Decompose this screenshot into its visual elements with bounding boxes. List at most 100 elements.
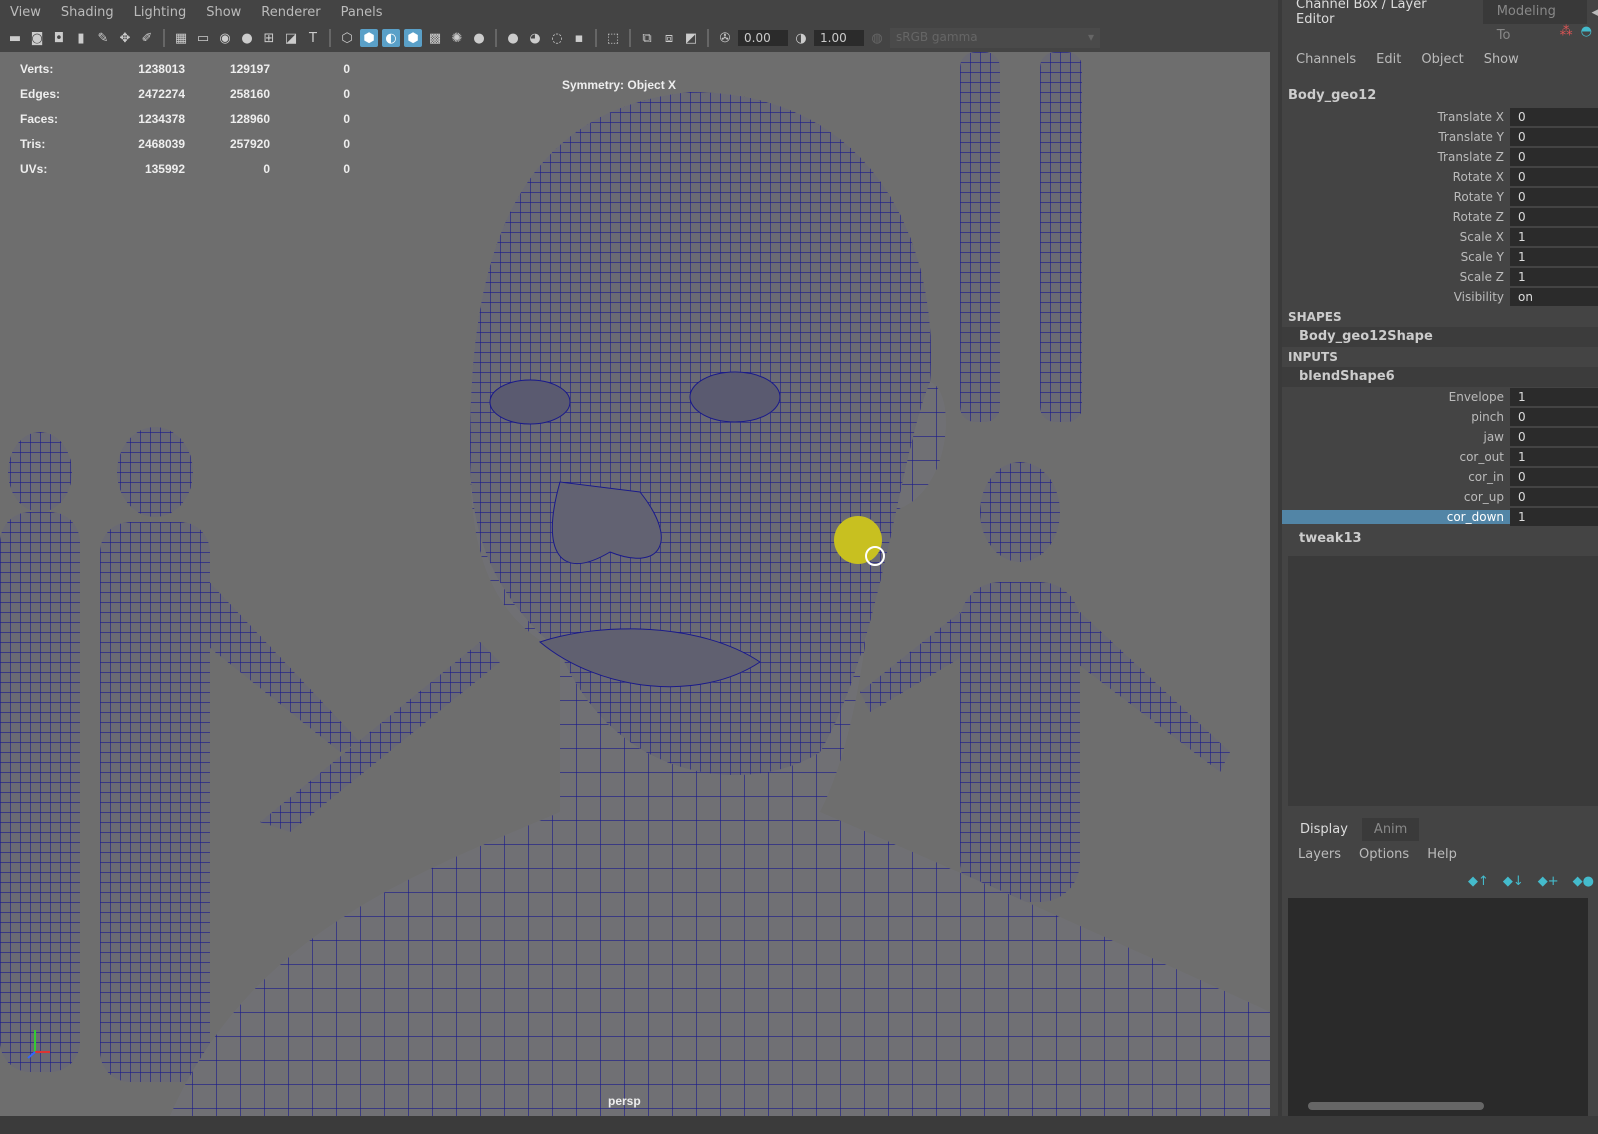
resolution-gate-icon[interactable]: ◉ [216,29,234,47]
channel-row[interactable]: Translate X0 [1282,107,1598,127]
image-plane-icon[interactable]: ✎ [94,29,112,47]
wireframe-on-shaded-icon[interactable]: ⬢ [404,29,422,47]
channel-value[interactable]: 1 [1510,268,1598,286]
menu-show[interactable]: Show [1484,52,1519,92]
menu-help[interactable]: Help [1427,847,1457,862]
channel-value[interactable]: on [1510,288,1598,306]
input-node-blendshape[interactable]: blendShape6 [1282,367,1598,387]
tab-modeling-toolkit[interactable]: Modeling To [1482,0,1588,43]
channel-row[interactable]: Rotate X0 [1282,167,1598,187]
menu-lighting[interactable]: Lighting [124,5,197,20]
grid-icon[interactable]: ▦ [172,29,190,47]
colorspace-dropdown[interactable]: sRGB gamma ▾ [890,28,1100,48]
channel-name[interactable]: Scale X [1282,230,1510,244]
camera-attributes-icon[interactable]: ◘ [50,29,68,47]
shadows-icon[interactable]: ● [470,29,488,47]
channel-value[interactable]: 0 [1510,168,1598,186]
channel-name[interactable]: Envelope [1282,390,1510,404]
channel-row[interactable]: Envelope 1 [1282,387,1598,407]
channel-name[interactable]: Translate Z [1282,150,1510,164]
channel-row[interactable]: Rotate Z0 [1282,207,1598,227]
channel-name[interactable]: cor_up [1282,490,1510,504]
menu-shading[interactable]: Shading [51,5,124,20]
channel-row[interactable]: Scale Y1 [1282,247,1598,267]
menu-object[interactable]: Object [1421,52,1463,92]
gamma-icon[interactable]: ◑ [792,29,810,47]
channel-row[interactable]: cor_in 0 [1282,467,1598,487]
input-node-tweak[interactable]: tweak13 [1282,529,1598,549]
scrollbar-thumb[interactable] [1308,1102,1484,1110]
channel-row[interactable]: Scale X1 [1282,227,1598,247]
horizontal-scrollbar[interactable] [1292,1100,1582,1112]
channel-value[interactable]: 0 [1510,408,1598,426]
xray-active-icon[interactable]: ⧈ [660,29,678,47]
view-transform-icon[interactable]: ◍ [868,29,886,47]
menu-layers[interactable]: Layers [1298,847,1341,862]
shape-node[interactable]: Body_geo12Shape [1282,327,1598,347]
channel-value[interactable]: 1 [1510,388,1598,406]
channel-name[interactable]: Translate X [1282,110,1510,124]
move-layer-down-icon[interactable]: ◆↓ [1503,874,1524,889]
backface-icon[interactable]: ◩ [682,29,700,47]
xray-icon[interactable]: ▩ [426,29,444,47]
new-layer-selected-icon[interactable]: ◆● [1573,874,1594,889]
channel-name[interactable]: pinch [1282,410,1510,424]
channel-name[interactable]: Translate Y [1282,130,1510,144]
smooth-shade-icon[interactable]: ⬢ [360,29,378,47]
menu-panels[interactable]: Panels [331,5,393,20]
channel-row[interactable]: cor_down 1 [1282,507,1598,527]
chevron-left-icon[interactable]: ◂ [1587,5,1598,20]
ambient-occlusion-icon[interactable]: ● [504,29,522,47]
channel-name[interactable]: Rotate Y [1282,190,1510,204]
channel-row[interactable]: pinch 0 [1282,407,1598,427]
menu-channels[interactable]: Channels [1296,52,1356,92]
channel-name[interactable]: Rotate Z [1282,210,1510,224]
gate-mask-icon[interactable]: ● [238,29,256,47]
menu-show[interactable]: Show [196,5,251,20]
channel-value[interactable]: 1 [1510,228,1598,246]
channel-value[interactable]: 0 [1510,488,1598,506]
channel-value[interactable]: 1 [1510,448,1598,466]
channel-value[interactable]: 0 [1510,428,1598,446]
channel-row[interactable]: Translate Y0 [1282,127,1598,147]
tab-display[interactable]: Display [1288,818,1360,841]
channel-row[interactable]: Translate Z0 [1282,147,1598,167]
exposure-field[interactable]: 0.00 [738,30,788,46]
tab-channel-box[interactable]: Channel Box / Layer Editor [1282,0,1483,27]
safe-title-icon[interactable]: T [304,29,322,47]
safe-action-icon[interactable]: ◪ [282,29,300,47]
isolate-select-icon[interactable]: ⬚ [604,29,622,47]
menu-options[interactable]: Options [1359,847,1409,862]
channel-name[interactable]: cor_down [1282,510,1510,524]
depth-of-field-icon[interactable]: ▪ [570,29,588,47]
transform-axes-icon[interactable]: ⁂ [1560,24,1573,39]
anti-alias-icon[interactable]: ◌ [548,29,566,47]
new-layer-icon[interactable]: ◆+ [1538,874,1559,889]
wireframe-icon[interactable]: ⬡ [338,29,356,47]
channel-row[interactable]: jaw 0 [1282,427,1598,447]
xray-joints-icon[interactable]: ⧉ [638,29,656,47]
channel-value[interactable]: 0 [1510,188,1598,206]
channel-value[interactable]: 1 [1510,508,1598,526]
channel-value[interactable]: 0 [1510,208,1598,226]
channel-name[interactable]: Scale Y [1282,250,1510,264]
menu-edit[interactable]: Edit [1376,52,1401,92]
attribute-editor-icon[interactable]: ◓ [1581,24,1592,39]
channel-value[interactable]: 0 [1510,108,1598,126]
move-layer-up-icon[interactable]: ◆↑ [1468,874,1489,889]
exposure-icon[interactable]: ✇ [716,29,734,47]
default-material-icon[interactable]: ◐ [382,29,400,47]
motion-blur-icon[interactable]: ◕ [526,29,544,47]
3d-viewport[interactable]: Verts: 1238013 129197 0 Edges: 2472274 258160… [0,52,1270,1116]
channel-value[interactable]: 0 [1510,148,1598,166]
channel-name[interactable]: Rotate X [1282,170,1510,184]
channel-row[interactable]: Scale Z1 [1282,267,1598,287]
bookmark-icon[interactable]: ▮ [72,29,90,47]
grease-pencil-icon[interactable]: ✐ [138,29,156,47]
channel-row[interactable]: cor_up 0 [1282,487,1598,507]
layer-list[interactable] [1288,898,1588,1118]
lock-camera-icon[interactable]: ◙ [28,29,46,47]
channel-name[interactable]: cor_in [1282,470,1510,484]
tab-anim[interactable]: Anim [1361,818,1420,841]
gamma-field[interactable]: 1.00 [814,30,864,46]
